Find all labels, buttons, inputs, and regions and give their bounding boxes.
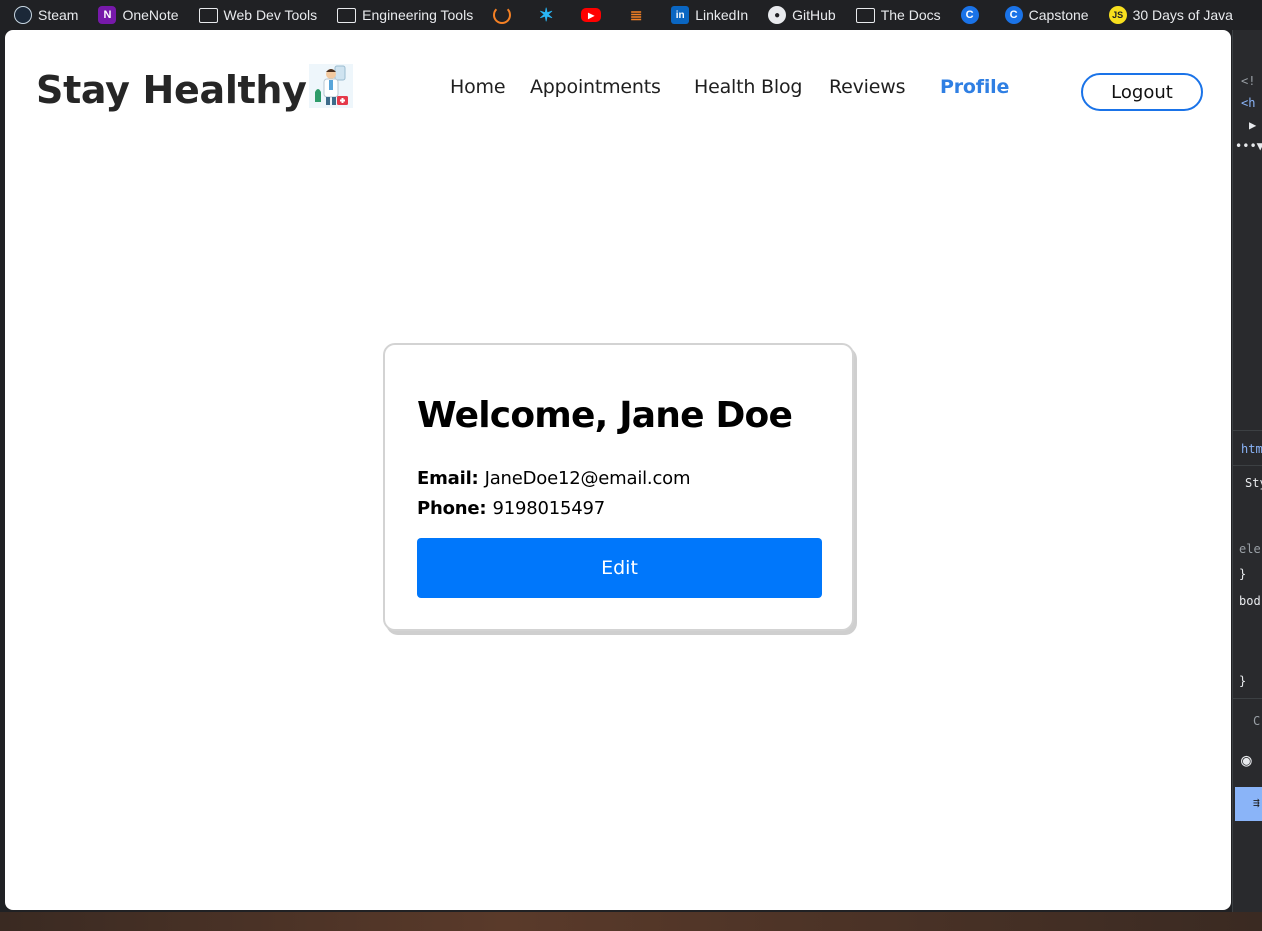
edit-button[interactable]: Edit (417, 538, 822, 598)
devtools-line: } (1239, 567, 1247, 581)
email-row: Email: JaneDoe12@email.com (417, 468, 690, 489)
phone-value: 9198015497 (492, 498, 605, 519)
nav-appointments[interactable]: Appointments (530, 76, 661, 98)
devtools-line: } (1239, 674, 1247, 688)
steam-icon (14, 6, 32, 24)
bookmark-item[interactable]: Web Dev Tools (198, 0, 318, 30)
devtools-divider (1233, 698, 1262, 699)
orange-ring-icon (493, 6, 512, 24)
phone-row: Phone: 9198015497 (417, 498, 605, 519)
bookmark-label: Web Dev Tools (223, 7, 318, 23)
bookmark-item[interactable]: N OneNote (98, 0, 179, 30)
taskbar (0, 912, 1262, 931)
doctor-icon (308, 60, 353, 108)
bookmark-item[interactable]: in LinkedIn (671, 0, 748, 30)
bookmark-item[interactable]: Engineering Tools (337, 0, 473, 30)
bookmark-item[interactable]: JS 30 Days of Java (1108, 0, 1233, 30)
nav-home[interactable]: Home (450, 76, 506, 98)
devtools-line: ele (1239, 542, 1261, 556)
devtools-divider (1233, 465, 1262, 466)
bookmark-label: 30 Days of Java (1132, 7, 1233, 23)
bookmark-label: Capstone (1028, 7, 1089, 23)
email-label: Email: (417, 468, 485, 489)
devtools-line[interactable]: <h (1241, 96, 1255, 110)
bookmark-label: LinkedIn (695, 7, 749, 23)
bookmark-label: Engineering Tools (362, 7, 474, 23)
github-icon: ● (768, 6, 787, 24)
stackoverflow-icon: ≣ (629, 7, 643, 24)
folder-icon (855, 7, 875, 23)
bookmarks-bar: Steam N OneNote Web Dev Tools Engineering To… (0, 0, 1262, 30)
nav-reviews[interactable]: Reviews (829, 76, 905, 98)
bookmark-item[interactable] (493, 0, 517, 30)
devtools-toggle-button[interactable]: ⇶ (1235, 787, 1262, 821)
devtools-divider (1233, 430, 1262, 431)
bookmark-item[interactable]: ✶ (537, 0, 561, 30)
devtools-breadcrumb[interactable]: htm (1241, 442, 1262, 456)
devtools-panel[interactable]: <! <h ▶ •••▼ htm Sty ele } bod } C ◉ ⇶ (1232, 30, 1262, 912)
star-icon: ✶ (538, 4, 554, 25)
devtools-line[interactable]: ▶ (1249, 118, 1256, 132)
onenote-icon: N (98, 6, 117, 24)
logout-button[interactable]: Logout (1081, 73, 1203, 111)
bookmark-item[interactable]: ≣ (627, 0, 651, 30)
phone-label: Phone: (417, 498, 493, 519)
welcome-heading: Welcome, Jane Doe (417, 395, 793, 436)
radio-icon[interactable]: ◉ (1241, 750, 1252, 771)
bookmark-item[interactable]: Steam (14, 0, 78, 30)
nav-health-blog[interactable]: Health Blog (694, 76, 802, 98)
nav-profile[interactable]: Profile (940, 76, 1009, 98)
devtools-line[interactable]: •••▼ (1235, 139, 1262, 153)
bookmark-label: The Docs (880, 7, 941, 23)
js-icon: JS (1108, 6, 1127, 24)
bookmark-item[interactable]: ● GitHub (768, 0, 836, 30)
profile-card: Welcome, Jane Doe Email: JaneDoe12@email… (383, 343, 854, 631)
bookmark-item[interactable]: The Docs (855, 0, 941, 30)
folder-icon (337, 7, 357, 23)
devtools-line: <! (1241, 74, 1256, 88)
page-viewport: Stay Healthy Home Appointments Health Bl… (5, 30, 1231, 910)
brand-title[interactable]: Stay Healthy (36, 66, 307, 114)
bookmark-label: OneNote (122, 7, 179, 23)
c-icon: C (1004, 6, 1023, 24)
bookmark-label: Steam (38, 7, 79, 23)
devtools-line: bod (1239, 594, 1261, 608)
linkedin-icon: in (671, 6, 690, 24)
bookmark-item[interactable]: ▶ (581, 0, 607, 30)
devtools-tab-styles[interactable]: Sty (1245, 476, 1262, 490)
email-value: JaneDoe12@email.com (484, 468, 691, 489)
bookmark-item[interactable]: C Capstone (1004, 0, 1089, 30)
bookmark-item[interactable]: C (960, 0, 985, 30)
brand[interactable]: Stay Healthy (36, 64, 353, 114)
devtools-line: C (1253, 714, 1261, 728)
youtube-icon: ▶ (581, 8, 602, 22)
bookmark-label: GitHub (792, 7, 836, 23)
folder-icon (198, 7, 218, 23)
c-icon: C (960, 6, 979, 24)
